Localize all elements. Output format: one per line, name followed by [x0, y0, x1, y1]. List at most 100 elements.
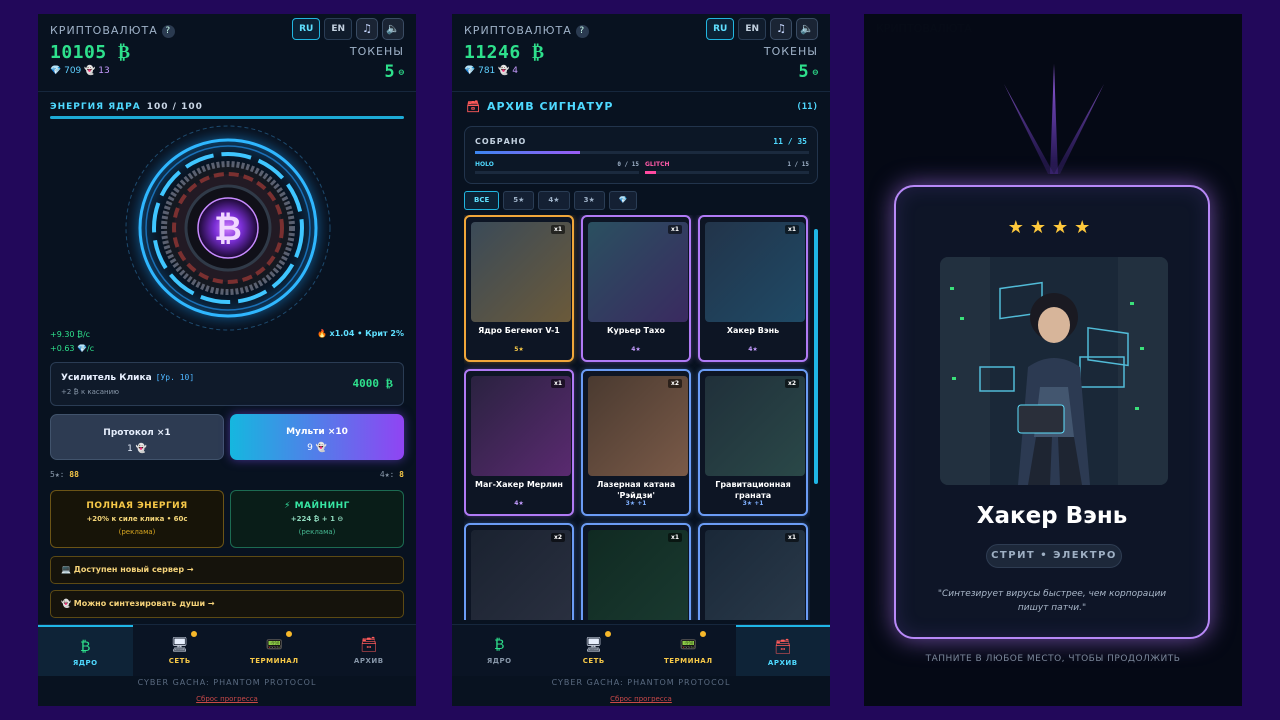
archive-card[interactable]: x2 [464, 523, 574, 620]
music-icon[interactable]: ♫ [770, 18, 792, 40]
new-server-notice[interactable]: 💻 Доступен новый сервер → [50, 556, 404, 584]
character-tags: СТРИТ • ЭЛЕКТРО [986, 544, 1122, 568]
soul-count: 13 [98, 66, 110, 76]
card-qty: x2 [550, 533, 565, 542]
game-title-footer: CYBER GACHA: PHANTOM PROTOCOL [137, 678, 317, 687]
filter-4star[interactable]: 4★ [538, 191, 570, 210]
multi-x10-button[interactable]: Мульти ×10 9 👻 [230, 414, 404, 460]
card-qty: x1 [667, 533, 682, 542]
archive-card[interactable]: x1 Ядро Бегемот V-1 5★ [464, 215, 574, 362]
archive-card[interactable]: x2 Гравитационная граната 3★ +1 [698, 369, 808, 516]
card-qty: x1 [550, 225, 565, 234]
protocol-x1-button[interactable]: Протокол ×1 1 👻 [50, 414, 224, 460]
multiplier-info: 🔥 x1.04 • Крит 2% [317, 329, 404, 338]
pity-5star: 5★: 88 [50, 470, 79, 479]
tab-network[interactable]: 🖥 СЕТЬ [133, 625, 228, 676]
tab-network[interactable]: 🖥 СЕТЬ [547, 625, 642, 676]
archive-icon: 🗃 [466, 100, 481, 113]
tab-core[interactable]: ₿ ЯДРО [38, 625, 133, 676]
card-art [705, 530, 805, 620]
card-stars: 3★ +1 [742, 500, 764, 507]
lang-en-button[interactable]: EN [738, 18, 766, 40]
currency-label: КРИПТОВАЛЮТА? [50, 24, 175, 38]
filter-5star[interactable]: 5★ [503, 191, 535, 210]
top-header: КРИПТОВАЛЮТА? 10105 ₿ 💎 709 👻 13 RU EN ♫… [38, 14, 416, 92]
character-art [940, 257, 1168, 485]
protocol-title: Протокол ×1 [103, 428, 171, 438]
archive-card[interactable]: x1 Курьер Тахо 4★ [581, 215, 691, 362]
terminal-icon: 📟 [679, 637, 697, 653]
tab-terminal[interactable]: 📟 ТЕРМИНАЛ [641, 625, 736, 676]
card-art [588, 376, 688, 476]
help-icon[interactable]: ? [161, 25, 175, 38]
character-quote: "Синтезирует вирусы быстрее, чем корпора… [937, 589, 1167, 613]
mining-ad: (реклама) [298, 528, 336, 536]
synthesize-souls-notice[interactable]: 👻 Можно синтезировать души → [50, 590, 404, 618]
card-name: Хакер Вэнь [726, 326, 780, 335]
multi-title: Мульти ×10 [286, 427, 348, 437]
card-art [588, 530, 688, 620]
booster-level: [Ур. 10] [155, 373, 195, 382]
soul-icon: 👻 [84, 66, 96, 76]
bottom-tab-bar: ₿ ЯДРО 🖥 СЕТЬ 📟 ТЕРМИНАЛ 🗃 АРХИВ [452, 624, 830, 676]
tab-terminal[interactable]: 📟 ТЕРМИНАЛ [227, 625, 322, 676]
pity-4star: 4★: 8 [379, 470, 404, 479]
card-reveal-screen[interactable]: КРИПТОВАЛЮТА ★★★★ Хак [864, 14, 1242, 706]
tap-to-continue-hint: ТАПНИТЕ В ЛЮБОЕ МЕСТО, ЧТОБЫ ПРОДОЛЖИТЬ [925, 654, 1181, 664]
terminal-icon: 📟 [265, 637, 283, 653]
reset-progress-link[interactable]: Сброс прогресса [38, 695, 416, 703]
music-icon[interactable]: ♫ [356, 18, 378, 40]
archive-count: (11) [796, 102, 818, 112]
card-name: Ядро Бегемот V-1 [478, 326, 560, 335]
full-energy-ad-button[interactable]: ПОЛНАЯ ЭНЕРГИЯ +20% к силе клика • 60с (… [50, 490, 224, 548]
notification-dot [605, 631, 611, 637]
archive-card[interactable]: x1 [581, 523, 691, 620]
card-qty: x1 [550, 379, 565, 388]
archive-card[interactable]: x1 Маг-Хакер Мерлин 4★ [464, 369, 574, 516]
gem-count: 781 [478, 66, 496, 76]
tab-archive[interactable]: 🗃 АРХИВ [322, 625, 417, 676]
lang-ru-button[interactable]: RU [292, 18, 321, 40]
token-icon: ⊖ [812, 68, 818, 78]
card-stars: 5★ [514, 346, 524, 353]
collected-value: 11 / 35 [773, 137, 807, 146]
card-name: Лазерная катана 'Рэйдзи' [596, 480, 676, 500]
archive-card[interactable]: x1 [698, 523, 808, 620]
card-art [471, 530, 571, 620]
revealed-card: ★★★★ Хакер Вэнь СТРИТ • ЭЛЕКТРО "Синтези… [894, 185, 1210, 639]
soul-count: 4 [512, 66, 518, 76]
reset-progress-link[interactable]: Сброс прогресса [452, 695, 830, 703]
btc-balance: 11246 ₿ [464, 42, 545, 63]
archive-card[interactable]: x1 Хакер Вэнь 4★ [698, 215, 808, 362]
card-art [588, 222, 688, 322]
tab-core[interactable]: ₿ ЯДРО [452, 625, 547, 676]
glitch-progress: GLITCH 1 / 15 [645, 161, 809, 174]
filter-gem[interactable]: 💎 [608, 191, 638, 210]
bottom-tab-bar: ₿ ЯДРО 🖥 СЕТЬ 📟 ТЕРМИНАЛ 🗃 АРХИВ [38, 624, 416, 676]
btc-balance: 10105 ₿ [50, 42, 131, 63]
filter-3star[interactable]: 3★ [573, 191, 605, 210]
character-name: Хакер Вэнь [976, 503, 1128, 529]
speaker-icon[interactable]: 🔈 [382, 18, 404, 40]
bitcoin-core-button[interactable]: ₿ [122, 122, 334, 334]
core-btc-symbol: ₿ [214, 209, 242, 249]
help-icon[interactable]: ? [575, 25, 589, 38]
token-icon: ⊖ [398, 68, 404, 78]
card-art [471, 376, 571, 476]
rarity-filters: ВСЕ 5★ 4★ 3★ 💎 [464, 191, 638, 210]
tab-core-label: ЯДРО [72, 659, 98, 667]
speaker-icon[interactable]: 🔈 [796, 18, 818, 40]
card-art [705, 376, 805, 476]
lang-ru-button[interactable]: RU [706, 18, 735, 40]
scrollbar[interactable] [814, 219, 818, 614]
filter-all[interactable]: ВСЕ [464, 191, 500, 210]
tab-archive[interactable]: 🗃 АРХИВ [735, 625, 830, 676]
mining-title: ⚡ МАЙНИНГ [284, 501, 350, 511]
monitor-icon: 🖥 [170, 637, 189, 653]
energy-label: ЭНЕРГИЯ ЯДРА 100 / 100 [50, 102, 203, 112]
click-booster-upgrade[interactable]: Усилитель Клика [Ур. 10] +2 ₿ к касанию 4… [50, 362, 404, 406]
mining-ad-button[interactable]: ⚡ МАЙНИНГ +224 ₿ + 1 ⊖ (реклама) [230, 490, 404, 548]
energy-bar [50, 116, 404, 119]
lang-en-button[interactable]: EN [324, 18, 352, 40]
archive-card[interactable]: x2 Лазерная катана 'Рэйдзи' 3★ +1 [581, 369, 691, 516]
